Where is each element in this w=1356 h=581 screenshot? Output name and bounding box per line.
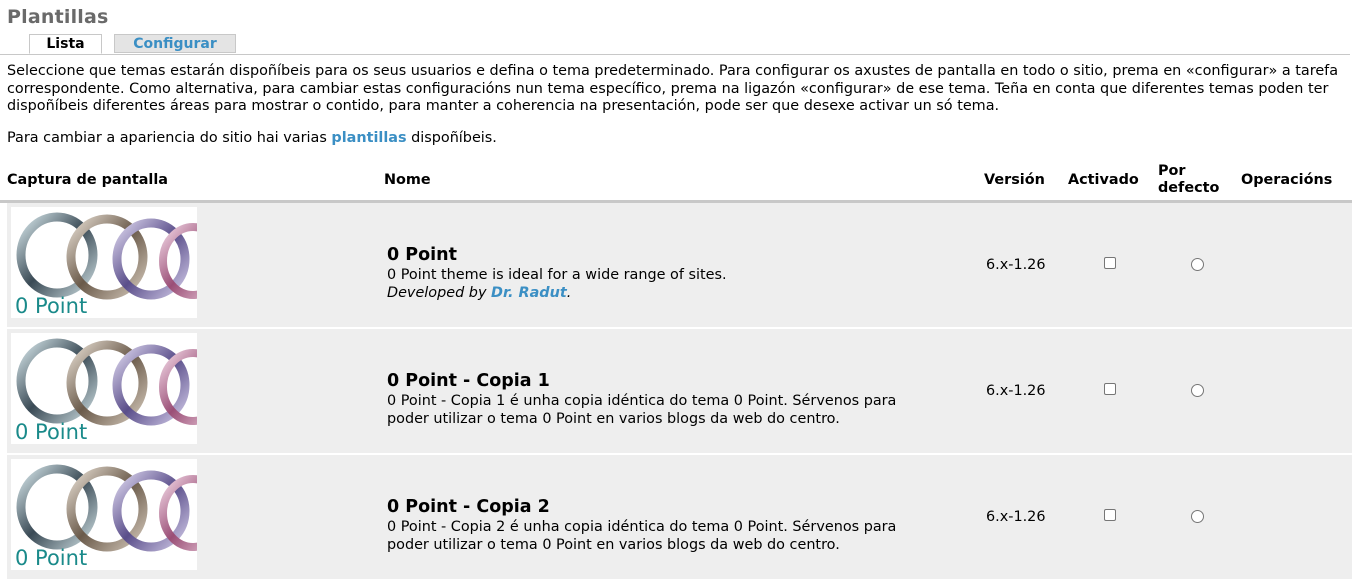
screenshot-caption: 0 Point (15, 420, 88, 444)
help-text-prefix: Para cambiar a apariencia do sitio hai v… (7, 130, 332, 146)
tab-configurar[interactable]: Configurar (114, 34, 236, 53)
table-row: 0 Point 0 Point 0 Point theme is ideal f… (7, 203, 1352, 329)
theme-screenshot: 0 Point (11, 207, 197, 318)
theme-description: 0 Point theme is ideal for a wide range … (387, 266, 947, 302)
theme-name: 0 Point - Copia 1 (387, 371, 550, 391)
header-version: Versión (984, 172, 1045, 188)
theme-developer: Developed by Dr. Radut. (387, 284, 947, 302)
theme-version: 6.x-1.26 (986, 383, 1046, 399)
default-radio[interactable] (1191, 384, 1204, 397)
page-title: Plantillas (7, 6, 109, 28)
header-operations: Operacións (1241, 172, 1333, 188)
header-name: Nome (384, 172, 431, 188)
tabs: Lista Configurar (0, 34, 1350, 55)
theme-version: 6.x-1.26 (986, 257, 1046, 273)
header-default: Por defecto (1158, 163, 1220, 196)
screenshot-caption: 0 Point (15, 546, 88, 570)
theme-description: 0 Point - Copia 2 é unha copia idéntica … (387, 519, 897, 553)
enabled-checkbox[interactable] (1104, 383, 1116, 395)
theme-name: 0 Point - Copia 2 (387, 497, 550, 517)
tab-lista[interactable]: Lista (29, 34, 102, 54)
themes-link[interactable]: plantillas (331, 130, 406, 146)
table-row: 0 Point 0 Point - Copia 2 0 Point - Copi… (7, 455, 1352, 581)
table-header: Captura de pantalla Nome Versión Activad… (0, 160, 1352, 203)
theme-screenshot: 0 Point (11, 333, 197, 444)
theme-description-text: 0 Point theme is ideal for a wide range … (387, 267, 727, 283)
help-text: Seleccione que temas estarán dispoñíbeis… (7, 63, 1339, 114)
developer-link[interactable]: Dr. Radut (491, 285, 567, 301)
header-screenshot: Captura de pantalla (7, 172, 169, 188)
theme-screenshot: 0 Point (11, 459, 197, 570)
default-radio[interactable] (1191, 510, 1204, 523)
developed-by-suffix: . (566, 285, 572, 301)
help-text-themes: Para cambiar a apariencia do sitio hai v… (7, 130, 497, 148)
header-enabled: Activado (1068, 172, 1139, 188)
theme-name: 0 Point (387, 245, 457, 265)
default-radio[interactable] (1191, 258, 1204, 271)
enabled-checkbox[interactable] (1104, 257, 1116, 269)
table-row: 0 Point 0 Point - Copia 1 0 Point - Copi… (7, 329, 1352, 455)
enabled-checkbox[interactable] (1104, 509, 1116, 521)
theme-description: 0 Point - Copia 1 é unha copia idéntica … (387, 393, 897, 427)
developed-by-label: Developed by (387, 285, 492, 301)
screenshot-caption: 0 Point (15, 294, 88, 318)
help-text-suffix: dispoñíbeis. (406, 130, 497, 146)
